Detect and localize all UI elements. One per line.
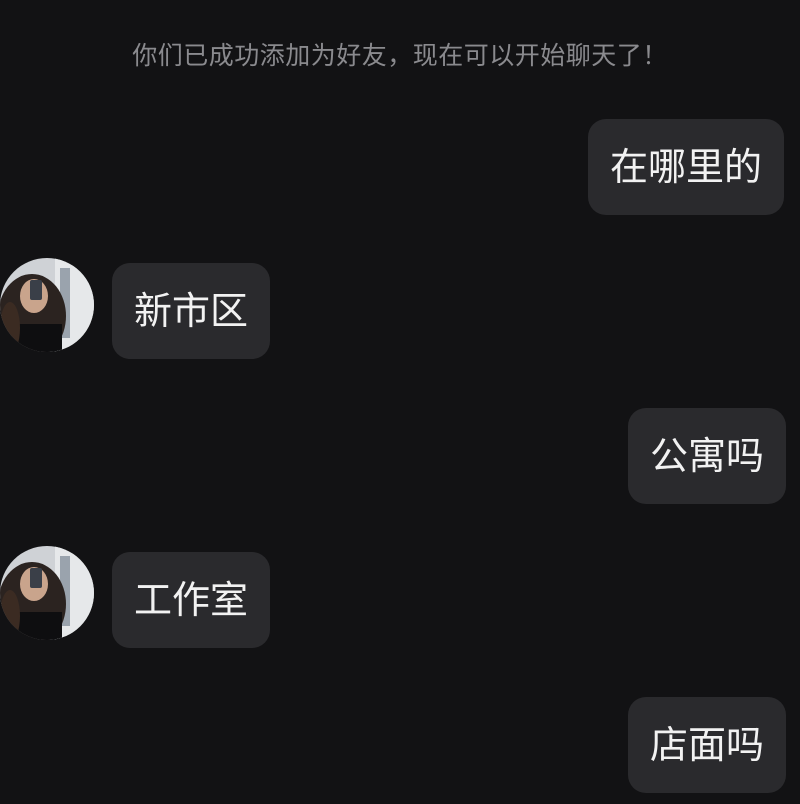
incoming-message-bubble[interactable]: 工作室 <box>112 552 271 648</box>
outgoing-message-bubble[interactable]: 公寓吗 <box>628 408 787 504</box>
outgoing-message-bubble[interactable]: 店面吗 <box>628 697 787 793</box>
outgoing-message-bubble[interactable]: 在哪里的 <box>588 119 785 215</box>
contact-avatar[interactable] <box>0 546 94 640</box>
friend-added-notice: 你们已成功添加为好友，现在可以开始聊天了！ <box>132 41 668 70</box>
incoming-message-bubble[interactable]: 新市区 <box>112 263 271 359</box>
contact-avatar[interactable] <box>0 258 94 352</box>
